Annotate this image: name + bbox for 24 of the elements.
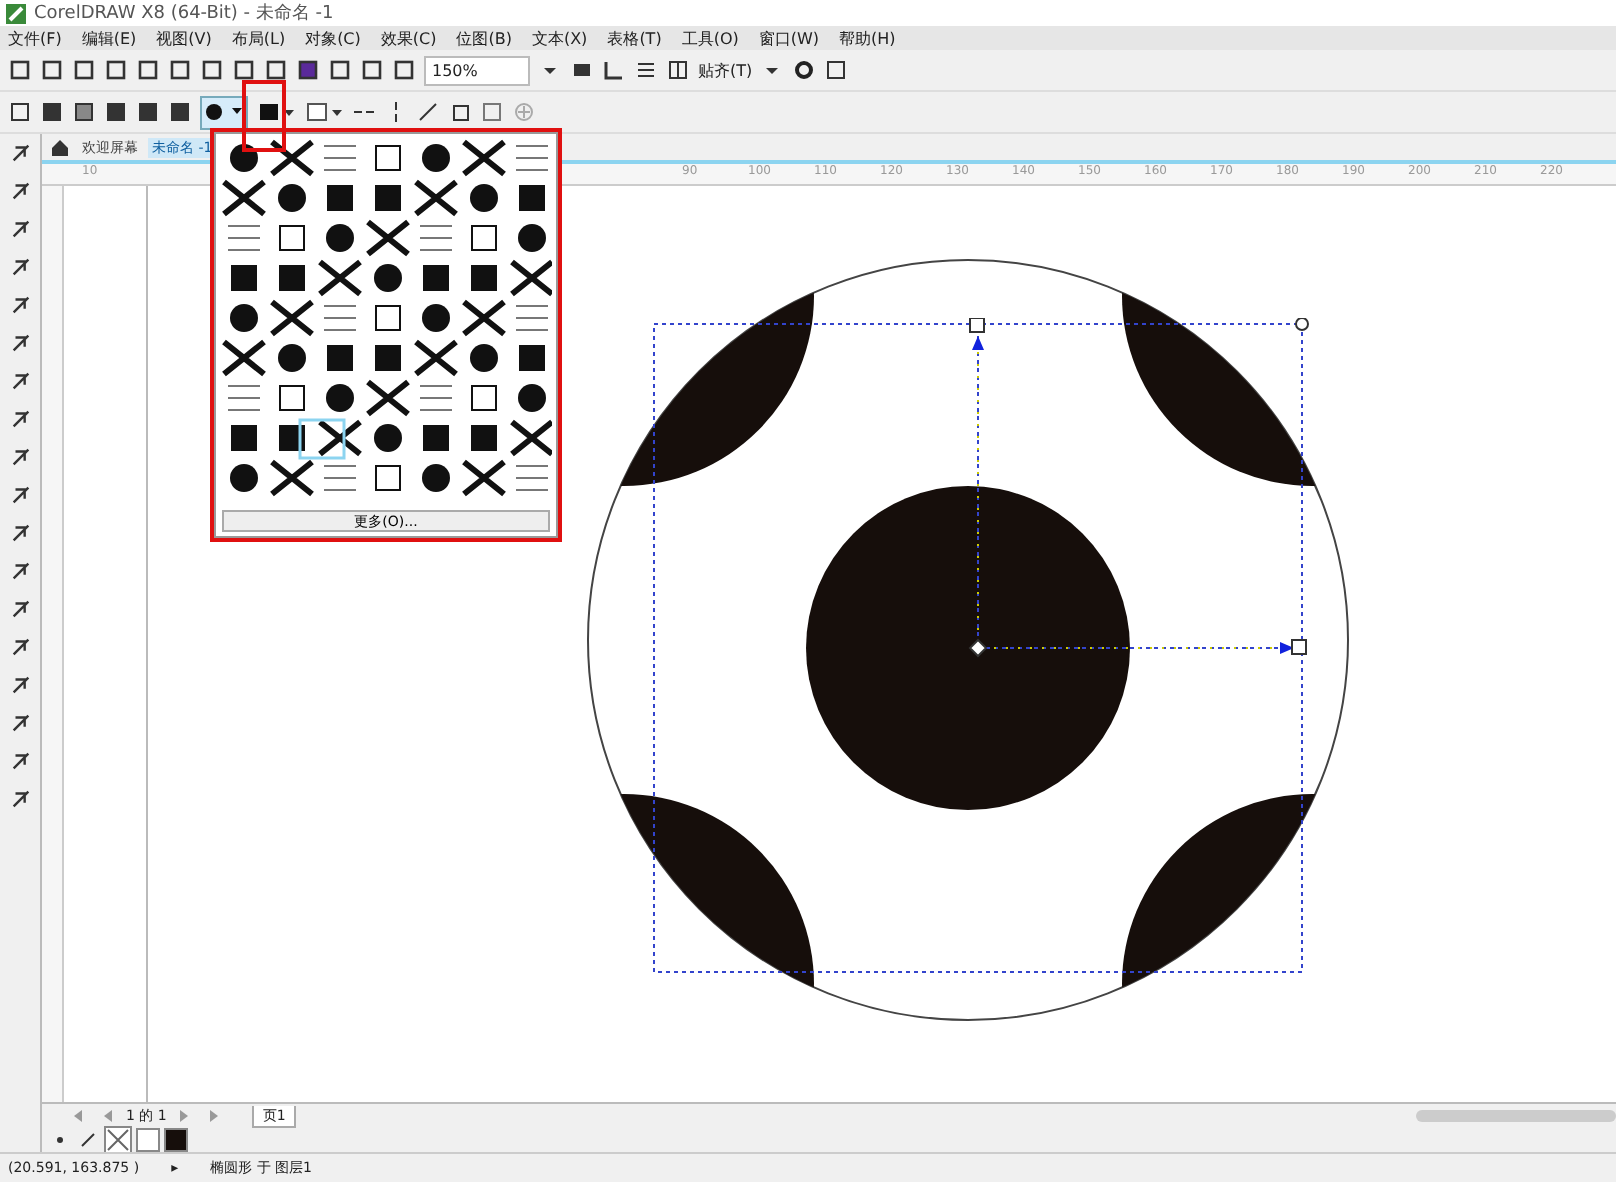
- front-color-icon[interactable]: [256, 100, 296, 124]
- color-swatch[interactable]: [136, 1128, 160, 1152]
- menu-item[interactable]: 编辑(E): [81, 27, 137, 49]
- menu-item[interactable]: 位图(B): [456, 27, 512, 49]
- menu-item[interactable]: 文件(F): [8, 27, 62, 49]
- menu-item[interactable]: 布局(L): [231, 27, 286, 49]
- back-color-icon[interactable]: [304, 100, 344, 124]
- menu-item[interactable]: 帮助(H): [839, 27, 896, 49]
- menu-item[interactable]: 效果(C): [380, 27, 437, 49]
- horizontal-scrollbar[interactable]: [1416, 1110, 1616, 1122]
- window-title: CorelDRAW X8 (64-Bit) - 未命名 -1: [34, 1, 334, 26]
- home-icon[interactable]: [48, 135, 72, 159]
- menu-item[interactable]: 窗口(W): [758, 27, 820, 49]
- menu-item[interactable]: 表格(T): [607, 27, 662, 49]
- zoom-field[interactable]: 150%: [424, 55, 530, 85]
- color-swatch[interactable]: [164, 1128, 188, 1152]
- menu-item[interactable]: 对象(C): [305, 27, 361, 49]
- menu-item[interactable]: 工具(O): [681, 27, 739, 49]
- menu-item[interactable]: 视图(V): [156, 27, 212, 49]
- no-color-swatch[interactable]: [104, 1126, 132, 1154]
- snap-button[interactable]: 贴齐(T): [698, 59, 753, 81]
- pattern-dropdown-button[interactable]: [200, 95, 248, 129]
- menu-item[interactable]: 文本(X): [531, 27, 588, 49]
- settings-icon[interactable]: [792, 58, 817, 82]
